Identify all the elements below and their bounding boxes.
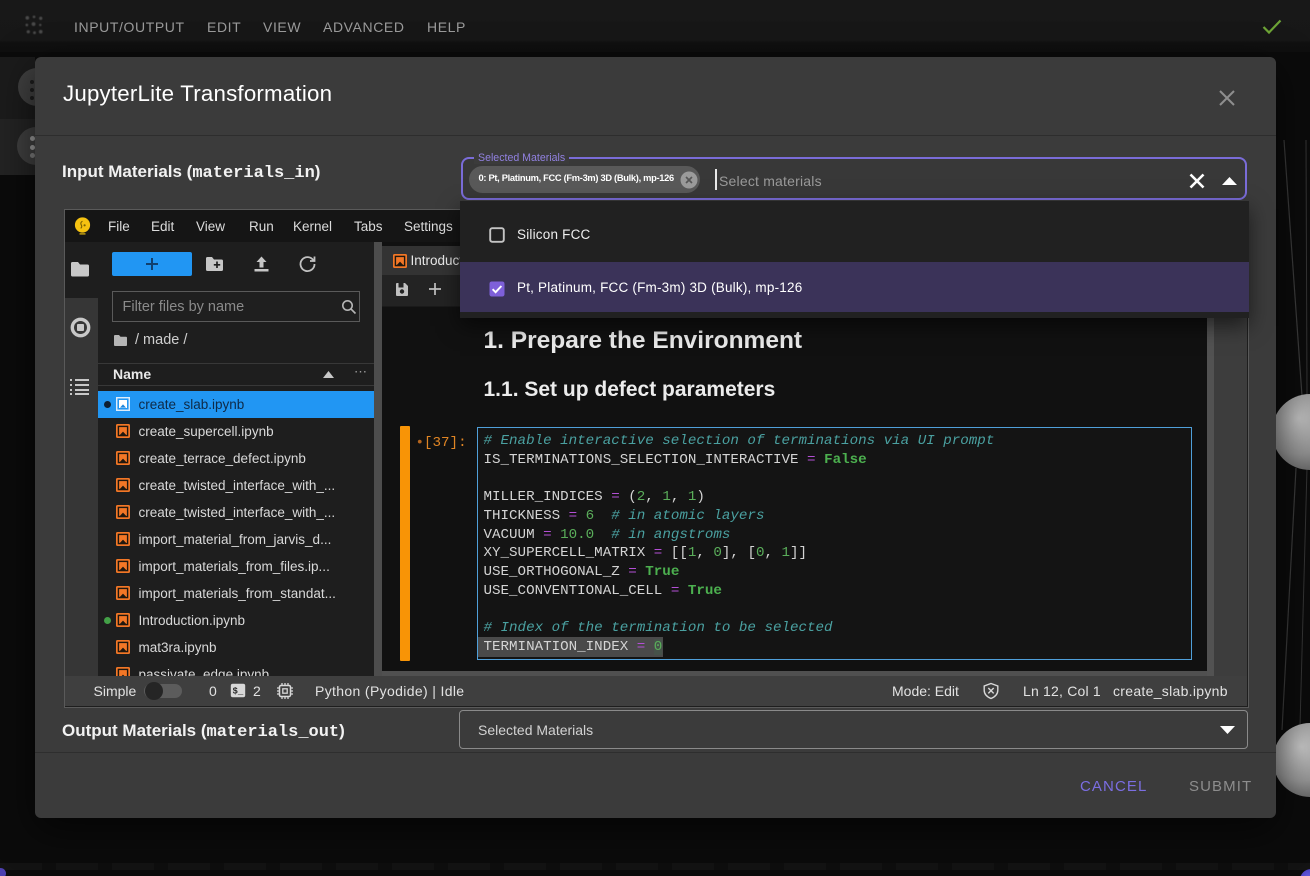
svg-text:$_: $_: [233, 687, 244, 697]
